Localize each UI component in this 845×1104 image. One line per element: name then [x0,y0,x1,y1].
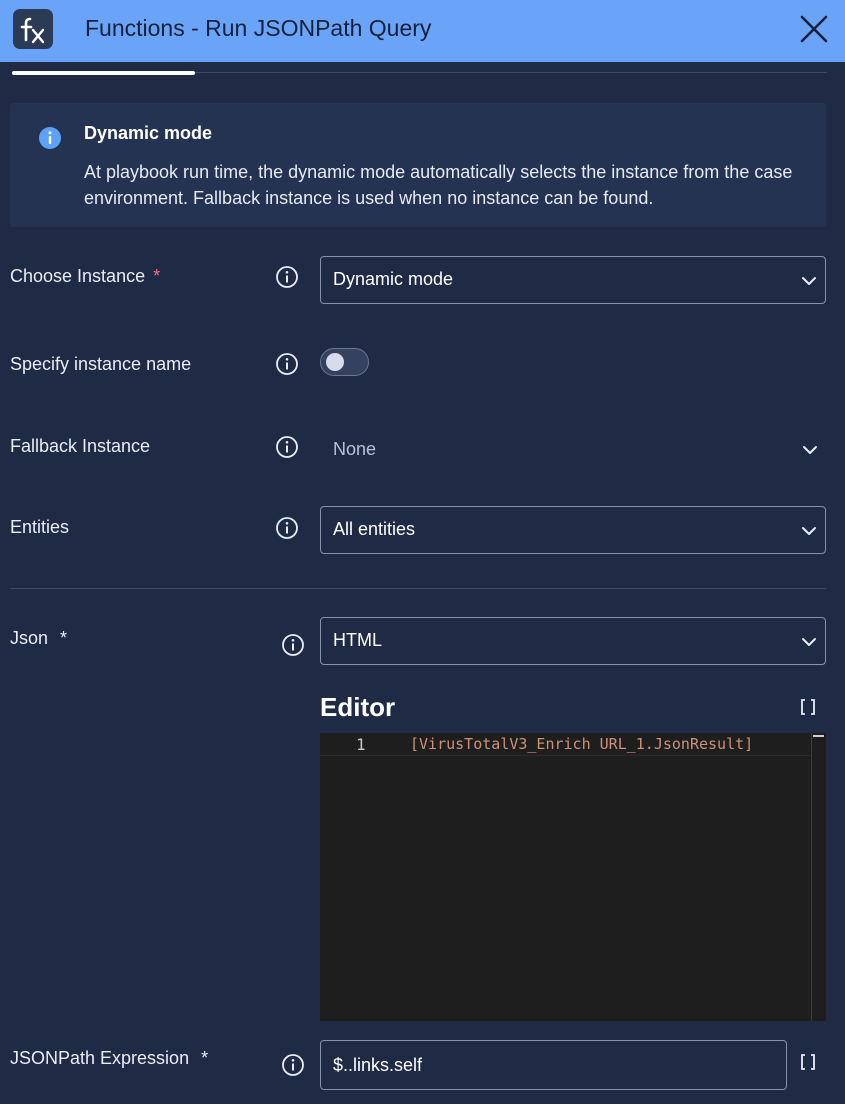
required-marker: * [60,628,68,648]
editor-line[interactable]: 1 [VirusTotalV3_Enrich URL_1.JsonResult] [320,733,811,756]
info-icon[interactable] [281,633,305,657]
info-icon[interactable] [275,435,299,459]
entities-select[interactable]: All entities [320,506,826,554]
choose-instance-value: Dynamic mode [333,269,454,289]
jsonpath-expression-input[interactable] [320,1040,787,1090]
info-icon[interactable] [281,1053,305,1077]
expand-icon[interactable] [799,698,817,716]
editor-scrollbar[interactable] [811,733,812,1021]
info-icon[interactable] [275,516,299,540]
toggle-knob [326,353,344,371]
dialog-title: Functions - Run JSONPath Query [85,15,432,41]
chevron-down-icon [799,632,819,652]
jsonpath-expression-label: JSONPath Expression * [10,1048,209,1068]
fallback-instance-select[interactable]: None [320,426,826,474]
editor-title: Editor [320,692,396,722]
fallback-instance-label: Fallback Instance [10,436,151,456]
code-editor[interactable]: 1 [VirusTotalV3_Enrich URL_1.JsonResult] [320,733,826,1021]
specify-instance-name-toggle[interactable] [320,348,369,376]
entities-label: Entities [10,517,70,537]
specify-instance-name-label: Specify instance name [10,354,192,374]
editor-overview-marker [813,735,824,737]
json-format-select[interactable]: HTML [320,617,826,665]
banner-title: Dynamic mode [84,123,213,143]
choose-instance-label: Choose Instance * [10,266,161,286]
banner-text: At playbook run time, the dynamic mode a… [84,162,793,208]
tab-active-indicator[interactable] [12,71,195,75]
header-bar: Functions - Run JSONPath Query [0,0,845,62]
code-text[interactable]: [VirusTotalV3_Enrich URL_1.JsonResult] [410,735,753,753]
required-marker: * [153,266,161,286]
fx-icon [13,9,53,49]
required-marker: * [201,1048,209,1068]
expand-icon[interactable] [799,1053,817,1071]
info-icon[interactable] [275,265,299,289]
json-label: Json * [10,628,68,648]
chevron-down-icon [799,271,819,291]
json-format-value: HTML [333,630,382,650]
entities-value: All entities [333,519,416,539]
fallback-instance-value: None [333,439,377,459]
section-divider [10,588,826,589]
info-icon[interactable] [275,352,299,376]
close-icon [800,15,828,43]
chevron-down-icon [800,440,820,460]
chevron-down-icon [799,521,819,541]
line-number: 1 [356,735,366,754]
dynamic-mode-banner: Dynamic mode At playbook run time, the d… [10,103,826,227]
choose-instance-select[interactable]: Dynamic mode [320,256,826,304]
info-icon [38,126,62,150]
close-button[interactable] [797,12,831,46]
